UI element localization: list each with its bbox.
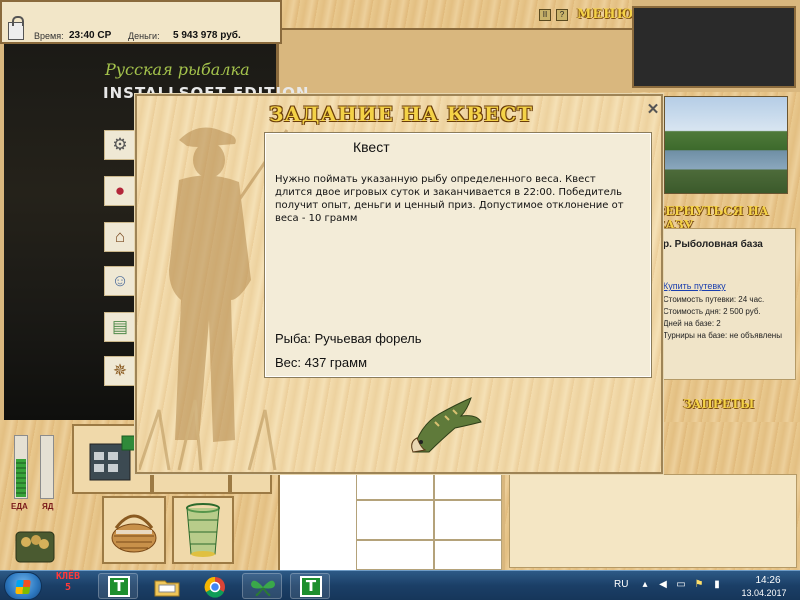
butterfly-icon: [251, 580, 275, 597]
nav-people-button[interactable]: ☺: [104, 266, 136, 296]
base-info-card: р. Рыболовная база Купить путевку Стоимо…: [650, 228, 796, 380]
buy-pass-link[interactable]: Купить путевку: [663, 281, 726, 291]
grid-cell[interactable]: [434, 540, 502, 570]
windows-icon: [15, 580, 31, 594]
location-photo: [664, 96, 788, 194]
poison-meter: [40, 435, 54, 499]
chrome-icon: [204, 576, 225, 598]
speaker-icon[interactable]: ◀: [658, 580, 668, 590]
quest-weight: Вес: 437 грамм: [275, 355, 368, 370]
nav-bait-button[interactable]: ●: [104, 176, 136, 206]
money-icon: ▤: [111, 317, 129, 336]
base-info-line: Дней на базе: 2: [663, 319, 721, 328]
grid-cell[interactable]: [356, 500, 434, 540]
battery-icon[interactable]: ▮: [712, 580, 722, 590]
chevron-up-icon[interactable]: ▴: [640, 580, 650, 590]
food-meter-fill: [16, 458, 26, 497]
taskbar-app-t2[interactable]: T: [290, 573, 330, 599]
food-label: ЕДА: [11, 502, 28, 511]
quest-dialog: ЗАДАНИЕ НА КВЕСТ ✕ Квест Нужно поймать у…: [135, 94, 663, 474]
pike-fish-icon: [411, 397, 482, 453]
nav-reel-button[interactable]: ⚙: [104, 130, 136, 160]
bottom-right-inner: [509, 474, 797, 568]
dialog-title: ЗАДАНИЕ НА КВЕСТ: [268, 102, 534, 126]
quest-description: Нужно поймать указанную рыбу определенно…: [275, 174, 624, 224]
menu-button[interactable]: МЕНЮ: [577, 7, 634, 22]
network-icon[interactable]: ▭: [676, 580, 686, 590]
base-info-line: Стоимость путевки: 24 час.: [663, 295, 765, 304]
reel-icon: ⚙: [112, 135, 128, 154]
basket-icon: [111, 514, 157, 553]
taskbar: КЛЁВ 5 T T RU ▴ ◀ ▭ ⚑ ▮ 14:26 13.04.2017: [0, 570, 800, 600]
restrictions-button[interactable]: ЗАПРЕТЫ: [683, 397, 754, 411]
poison-label: ЯД: [42, 502, 54, 511]
taskbar-app-t1[interactable]: T: [98, 573, 138, 599]
quest-heading: Квест: [353, 139, 390, 155]
game-title: Русская рыбалка: [105, 60, 250, 79]
taskbar-chrome[interactable]: [194, 573, 234, 599]
t-app-icon: T: [108, 576, 130, 597]
time-label: Время:: [34, 31, 64, 41]
clock-date[interactable]: 13.04.2017: [734, 588, 794, 598]
start-button[interactable]: [4, 572, 42, 600]
taskbar-game[interactable]: [242, 573, 282, 599]
minimap-panel: [632, 6, 796, 88]
clock-time[interactable]: 14:26: [743, 575, 793, 586]
pause-button[interactable]: II: [539, 9, 551, 21]
flag-icon[interactable]: ⚑: [694, 580, 704, 590]
status-bar: Время: 23:40 СР Деньги: 5 943 978 руб.: [0, 0, 282, 44]
grid-cell[interactable]: [356, 470, 434, 500]
base-info-line: Турниры на базе: не объявлены: [663, 331, 782, 340]
lock-icon[interactable]: [8, 16, 24, 40]
bait-icon: ●: [114, 181, 126, 200]
quest-fish: Рыба: Ручьевая форель: [275, 331, 422, 346]
base-info-line: Стоимость дня: 2 500 руб.: [663, 307, 761, 316]
bag-icon[interactable]: [12, 524, 58, 564]
nav-base-button[interactable]: ⌂: [104, 222, 136, 252]
nav-wheel-button[interactable]: ✵: [104, 356, 136, 386]
ship-wheel-icon: ✵: [112, 361, 128, 380]
grid-cell[interactable]: [434, 470, 502, 500]
close-icon[interactable]: ✕: [645, 102, 661, 118]
food-meter: [14, 435, 28, 499]
language-indicator[interactable]: RU: [614, 579, 628, 590]
t-app-icon: T: [300, 576, 322, 597]
money-value: 5 943 978 руб.: [173, 30, 241, 41]
keepnet-slot[interactable]: [172, 496, 234, 564]
help-button[interactable]: ?: [556, 9, 568, 21]
bottom-grid: [278, 470, 502, 570]
grid-cell[interactable]: [356, 540, 434, 570]
klev-app-button[interactable]: КЛЁВ 5: [48, 571, 88, 600]
house-icon: ⌂: [114, 227, 126, 246]
folder-icon: [154, 580, 180, 597]
money-label: Деньги:: [128, 31, 160, 41]
time-value: 23:40 СР: [69, 30, 112, 41]
grid-cell[interactable]: [434, 500, 502, 540]
base-title: р. Рыболовная база: [663, 239, 763, 250]
taskbar-explorer[interactable]: [146, 573, 186, 599]
basket-slot[interactable]: [102, 496, 166, 564]
nav-money-button[interactable]: ▤: [104, 312, 136, 342]
quest-card: Квест Нужно поймать указанную рыбу опред…: [264, 132, 652, 378]
people-icon: ☺: [111, 271, 129, 290]
keepnet-icon: [186, 503, 220, 557]
